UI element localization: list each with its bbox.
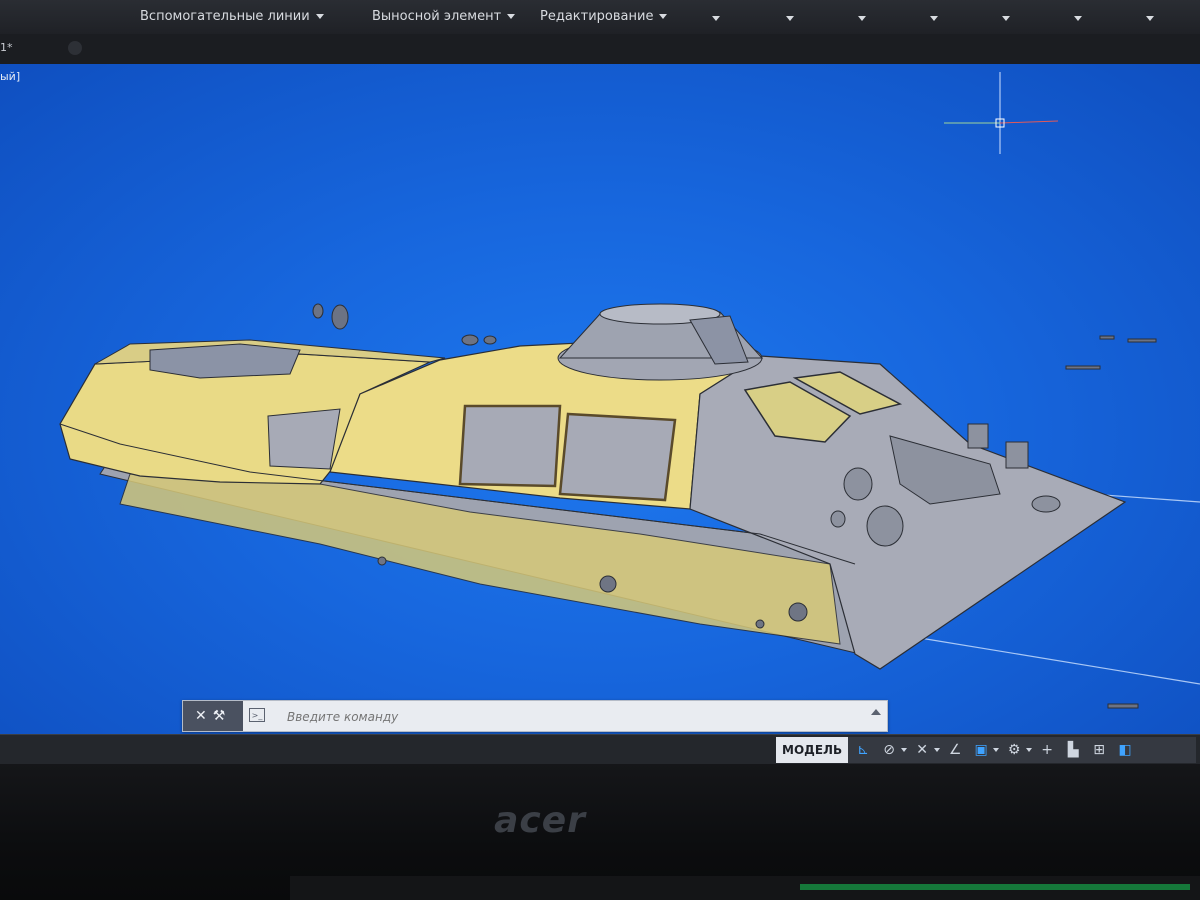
keyboard-strip bbox=[290, 876, 1200, 900]
chevron-down-icon bbox=[659, 13, 668, 19]
chevron-down-icon bbox=[315, 13, 324, 19]
chevron-down-icon[interactable] bbox=[1146, 16, 1154, 21]
chevron-down-icon[interactable] bbox=[1002, 16, 1010, 21]
drawing-tab[interactable]: 1* bbox=[0, 41, 13, 54]
close-icon[interactable] bbox=[68, 41, 82, 55]
isolate-icon[interactable]: ⊞ bbox=[1088, 739, 1110, 761]
construction-line bbox=[919, 637, 1200, 685]
wrench-icon[interactable]: ⚒ bbox=[213, 708, 226, 724]
model-canvas[interactable] bbox=[0, 64, 1200, 734]
panel-editing-label: Редактирование bbox=[540, 8, 654, 24]
chevron-down-icon[interactable] bbox=[993, 748, 1000, 752]
keyboard-backlight bbox=[800, 884, 1190, 890]
status-tools: МОДЕЛЬ ⊾ ⊘ ✕ ∠ ▣ ⚙ + ▙ ⊞ ◧ bbox=[776, 737, 1196, 763]
vehicle-hull[interactable] bbox=[59, 303, 1127, 670]
command-input[interactable] bbox=[285, 705, 849, 729]
panel-guide-lines-label: Вспомогательные линии bbox=[140, 8, 310, 24]
plus-icon[interactable]: + bbox=[1036, 739, 1058, 761]
status-bar: МОДЕЛЬ ⊾ ⊘ ✕ ∠ ▣ ⚙ + ▙ ⊞ ◧ bbox=[0, 734, 1200, 765]
hull-side-panel bbox=[267, 408, 341, 470]
crosshair-cursor bbox=[944, 72, 1059, 154]
chevron-down-icon[interactable] bbox=[1074, 16, 1082, 21]
side-window bbox=[458, 404, 562, 488]
panel-detail-view[interactable]: Выносной элемент bbox=[372, 6, 516, 26]
chevron-down-icon[interactable] bbox=[1026, 748, 1033, 752]
prompt-icon[interactable]: >_ bbox=[249, 708, 265, 722]
ucs-icon[interactable]: ▣ bbox=[970, 739, 992, 761]
panel-editing[interactable]: Редактирование bbox=[540, 6, 668, 26]
grid-icon[interactable]: ⊾ bbox=[852, 739, 874, 761]
chevron-down-icon bbox=[507, 13, 516, 19]
command-line: ✕ ⚒ >_ bbox=[182, 700, 888, 732]
chevron-down-icon[interactable] bbox=[858, 16, 866, 21]
hull-rear-hatch bbox=[149, 343, 301, 379]
model-space-button[interactable]: МОДЕЛЬ bbox=[776, 737, 849, 763]
hardware-accel-icon[interactable]: ◧ bbox=[1114, 739, 1136, 761]
command-line-controls: ✕ ⚒ bbox=[183, 701, 243, 731]
polar-icon[interactable]: ✕ bbox=[911, 739, 933, 761]
panel-detail-view-label: Выносной элемент bbox=[372, 8, 502, 24]
side-window bbox=[558, 412, 677, 502]
chevron-down-icon[interactable] bbox=[712, 16, 720, 21]
chevron-down-icon[interactable] bbox=[934, 748, 941, 752]
model-viewport[interactable]: ый] bbox=[0, 64, 1200, 734]
brand-logo: acer bbox=[494, 800, 586, 841]
workspace-icon[interactable]: ▙ bbox=[1062, 739, 1084, 761]
panel-guide-lines[interactable]: Вспомогательные линии bbox=[140, 6, 324, 26]
close-icon[interactable]: ✕ bbox=[195, 708, 207, 724]
chevron-down-icon[interactable] bbox=[930, 16, 938, 21]
drawing-tab-strip: 1* bbox=[0, 34, 1200, 64]
chevron-up-icon[interactable] bbox=[871, 709, 881, 715]
osnap-icon[interactable]: ∠ bbox=[944, 739, 966, 761]
chevron-down-icon[interactable] bbox=[901, 748, 908, 752]
ribbon-panel-bar: Вспомогательные линии Выносной элемент Р… bbox=[0, 0, 1200, 35]
chevron-down-icon[interactable] bbox=[786, 16, 794, 21]
snap-icon[interactable]: ⊘ bbox=[878, 739, 900, 761]
gear-icon[interactable]: ⚙ bbox=[1003, 739, 1025, 761]
